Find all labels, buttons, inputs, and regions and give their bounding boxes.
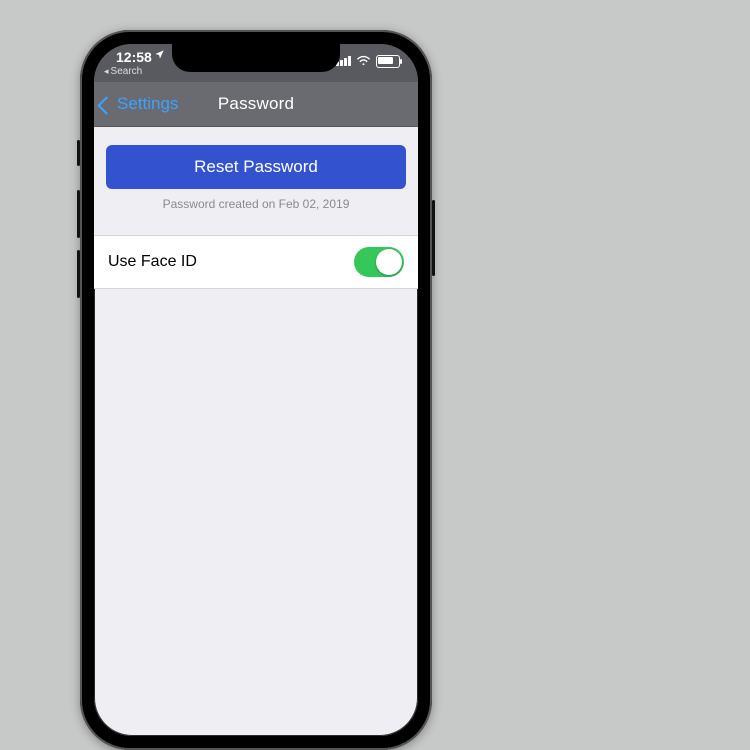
reset-password-button[interactable]: Reset Password [106,145,406,189]
wifi-icon [356,53,371,69]
faceid-toggle[interactable] [354,247,404,277]
device-frame: 12:58 Search Settings Password Reset [80,30,432,750]
faceid-label: Use Face ID [108,253,197,271]
battery-icon [376,55,400,68]
page-title: Password [94,82,418,126]
phone-screen: 12:58 Search Settings Password Reset [94,44,418,736]
status-back-app[interactable]: Search [104,66,142,77]
status-time: 12:58 [116,49,152,65]
password-created-label: Password created on Feb 02, 2019 [106,197,406,211]
silence-switch [77,140,80,166]
power-button [432,200,435,276]
nav-bar: Settings Password [94,82,418,127]
notch [172,44,340,72]
status-indicators [336,53,400,69]
faceid-row: Use Face ID [94,235,418,289]
volume-up-button [77,190,80,238]
content-area: Reset Password Password created on Feb 0… [94,127,418,289]
location-icon [154,49,165,60]
toggle-knob [376,249,402,275]
volume-down-button [77,250,80,298]
